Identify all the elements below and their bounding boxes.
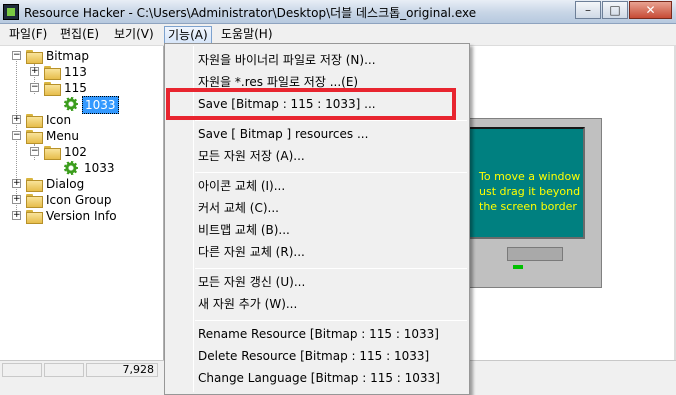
menu-item-save-resources[interactable]: Save [ Bitmap ] resources ... — [198, 124, 368, 144]
expand-icon[interactable]: + — [12, 115, 21, 124]
tree-label: Bitmap — [46, 49, 89, 63]
menu-help[interactable]: 도움말(H) — [218, 26, 276, 44]
monitor-stand — [507, 247, 563, 261]
menu-item-replace-cursor[interactable]: 커서 교체 (C)... — [198, 198, 279, 218]
tree-label: 113 — [64, 65, 87, 79]
tree-node-1033-selected[interactable]: 1033 — [64, 96, 154, 114]
folder-icon — [26, 178, 43, 192]
menu-file[interactable]: 파일(F) — [6, 26, 50, 44]
menu-view[interactable]: 보기(V) — [111, 26, 157, 44]
monitor-led — [513, 265, 523, 269]
tree-label: 102 — [64, 145, 87, 159]
tree-label: Menu — [46, 129, 79, 143]
folder-icon — [26, 194, 43, 208]
menu-item-rename-resource[interactable]: Rename Resource [Bitmap : 115 : 1033] — [198, 324, 439, 344]
tree-label: Version Info — [46, 209, 117, 223]
collapse-icon[interactable]: − — [12, 131, 21, 140]
tree-node-102[interactable]: − 102 — [30, 144, 150, 160]
menu-separator — [195, 320, 467, 321]
status-cell-empty — [2, 363, 42, 377]
folder-icon — [44, 66, 61, 80]
menu-item-delete-resource[interactable]: Delete Resource [Bitmap : 115 : 1033] — [198, 346, 429, 366]
expand-icon[interactable]: + — [12, 195, 21, 204]
folder-icon — [44, 146, 61, 160]
tree-node-115[interactable]: − 115 — [30, 80, 150, 96]
menu-item-save-binary[interactable]: 자원을 바이너리 파일로 저장 (N)... — [198, 50, 376, 70]
menu-item-change-language[interactable]: Change Language [Bitmap : 115 : 1033] — [198, 368, 440, 388]
tree-node-menu-1033[interactable]: 1033 — [64, 160, 154, 176]
tree-label: Dialog — [46, 177, 85, 191]
menu-separator — [195, 120, 467, 121]
expand-icon[interactable]: + — [12, 179, 21, 188]
minimize-button[interactable]: – — [575, 1, 601, 19]
tree-node-menu[interactable]: − Menu — [12, 128, 162, 144]
resource-gear-icon — [64, 97, 78, 111]
menu-item-add-resource[interactable]: 새 자원 추가 (W)... — [198, 294, 297, 314]
status-size: 7,928 — [86, 363, 158, 377]
resource-gear-icon — [64, 161, 78, 175]
menu-item-save-all[interactable]: 모든 자원 저장 (A)... — [198, 146, 305, 166]
menu-edit[interactable]: 편집(E) — [57, 26, 102, 44]
tree-node-dialog[interactable]: + Dialog — [12, 176, 162, 192]
collapse-icon[interactable]: − — [30, 83, 39, 92]
folder-icon — [44, 82, 61, 96]
folder-icon — [26, 210, 43, 224]
expand-icon[interactable]: + — [30, 67, 39, 76]
tree-node-icon-group[interactable]: + Icon Group — [12, 192, 162, 208]
folder-icon — [26, 114, 43, 128]
expand-icon[interactable]: + — [12, 211, 21, 220]
title-bar: Resource Hacker - C:\Users\Administrator… — [0, 0, 676, 24]
menu-item-update-all[interactable]: 모든 자원 갱신 (U)... — [198, 272, 305, 292]
tree-node-bitmap[interactable]: − Bitmap — [12, 48, 162, 64]
tree-node-113[interactable]: + 113 — [30, 64, 150, 80]
collapse-icon[interactable]: − — [12, 51, 21, 60]
tree-label: Icon Group — [46, 193, 112, 207]
folder-icon — [26, 50, 43, 64]
tree-label: 1033 — [84, 161, 115, 175]
close-button[interactable]: ✕ — [629, 1, 672, 19]
maximize-button[interactable]: □ — [602, 1, 628, 19]
window-title: Resource Hacker - C:\Users\Administrator… — [24, 6, 477, 20]
screen-text: To move a window ust drag it beyond the … — [479, 170, 581, 213]
menu-item-replace-icon[interactable]: 아이콘 교체 (I)... — [198, 176, 285, 196]
menu-item-replace-other[interactable]: 다른 자원 교체 (R)... — [198, 242, 305, 262]
tree-node-icon[interactable]: + Icon — [12, 112, 162, 128]
tree-label: 115 — [64, 81, 87, 95]
window-controls: – □ ✕ — [574, 1, 672, 20]
menu-function[interactable]: 기능(A) — [164, 26, 212, 44]
tree-node-version-info[interactable]: + Version Info — [12, 208, 162, 224]
resource-tree[interactable]: − Bitmap + 113 − 115 1033 + Icon − Menu … — [0, 46, 164, 360]
folder-icon — [26, 130, 43, 144]
app-icon — [3, 4, 19, 20]
menu-separator — [195, 268, 467, 269]
status-cell-empty — [44, 363, 84, 377]
collapse-icon[interactable]: − — [30, 147, 39, 156]
highlight-annotation-box — [166, 88, 456, 120]
tree-label: Icon — [46, 113, 72, 127]
menu-separator — [195, 172, 467, 173]
menu-item-replace-bitmap[interactable]: 비트맵 교체 (B)... — [198, 220, 290, 240]
